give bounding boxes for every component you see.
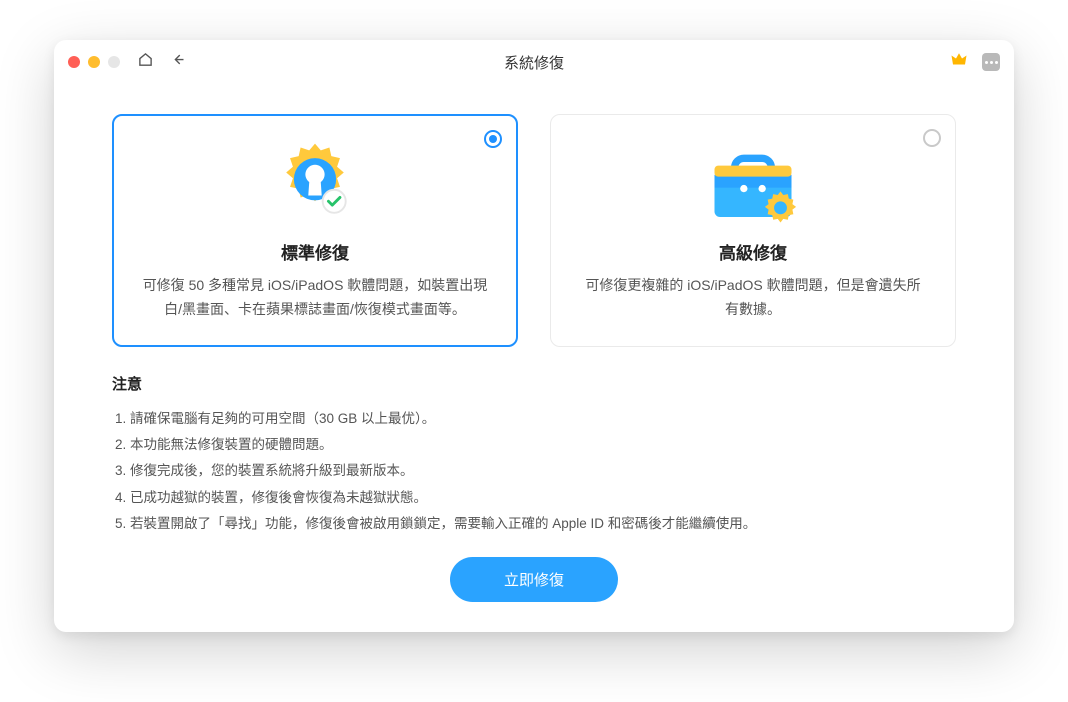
premium-icon[interactable] bbox=[950, 51, 968, 74]
titlebar: 系統修復 bbox=[54, 40, 1014, 84]
card-desc: 可修復 50 多種常見 iOS/iPadOS 軟體問題，如裝置出現白/黑畫面、卡… bbox=[141, 274, 489, 322]
card-desc: 可修復更複雜的 iOS/iPadOS 軟體問題，但是會遺失所有數據。 bbox=[579, 274, 927, 322]
standard-repair-card[interactable]: 標準修復 可修復 50 多種常見 iOS/iPadOS 軟體問題，如裝置出現白/… bbox=[112, 114, 518, 347]
home-icon[interactable] bbox=[138, 52, 153, 72]
window-controls[interactable] bbox=[68, 56, 120, 68]
card-title: 標準修復 bbox=[141, 239, 489, 264]
gear-wrench-icon bbox=[141, 129, 489, 239]
maximize-icon[interactable] bbox=[108, 56, 120, 68]
repair-now-button[interactable]: 立即修復 bbox=[450, 557, 618, 602]
radio-indicator bbox=[923, 129, 941, 147]
card-title: 高級修復 bbox=[579, 239, 927, 264]
page-title: 系統修復 bbox=[54, 52, 1014, 73]
notice-item: 本功能無法修復裝置的硬體問題。 bbox=[130, 432, 956, 458]
advanced-repair-card[interactable]: 高級修復 可修復更複雜的 iOS/iPadOS 軟體問題，但是會遺失所有數據。 bbox=[550, 114, 956, 347]
notice-item: 修復完成後，您的裝置系統將升級到最新版本。 bbox=[130, 458, 956, 484]
notice-heading: 注意 bbox=[112, 373, 956, 394]
notice-item: 若裝置開啟了「尋找」功能，修復後會被啟用鎖鎖定，需要輸入正確的 Apple ID… bbox=[130, 511, 956, 537]
minimize-icon[interactable] bbox=[88, 56, 100, 68]
notice-section: 注意 請確保電腦有足夠的可用空間（30 GB 以上最优）。 本功能無法修復裝置的… bbox=[112, 373, 956, 538]
close-icon[interactable] bbox=[68, 56, 80, 68]
notice-item: 已成功越獄的裝置，修復後會恢復為未越獄狀態。 bbox=[130, 485, 956, 511]
radio-indicator bbox=[484, 130, 502, 148]
more-menu-icon[interactable] bbox=[982, 53, 1000, 71]
toolbox-gear-icon bbox=[579, 129, 927, 239]
notice-list: 請確保電腦有足夠的可用空間（30 GB 以上最优）。 本功能無法修復裝置的硬體問… bbox=[112, 406, 956, 538]
notice-item: 請確保電腦有足夠的可用空間（30 GB 以上最优）。 bbox=[130, 406, 956, 432]
app-window: 系統修復 bbox=[54, 40, 1014, 632]
back-icon[interactable] bbox=[171, 52, 186, 72]
main-content: 標準修復 可修復 50 多種常見 iOS/iPadOS 軟體問題，如裝置出現白/… bbox=[54, 84, 1014, 632]
